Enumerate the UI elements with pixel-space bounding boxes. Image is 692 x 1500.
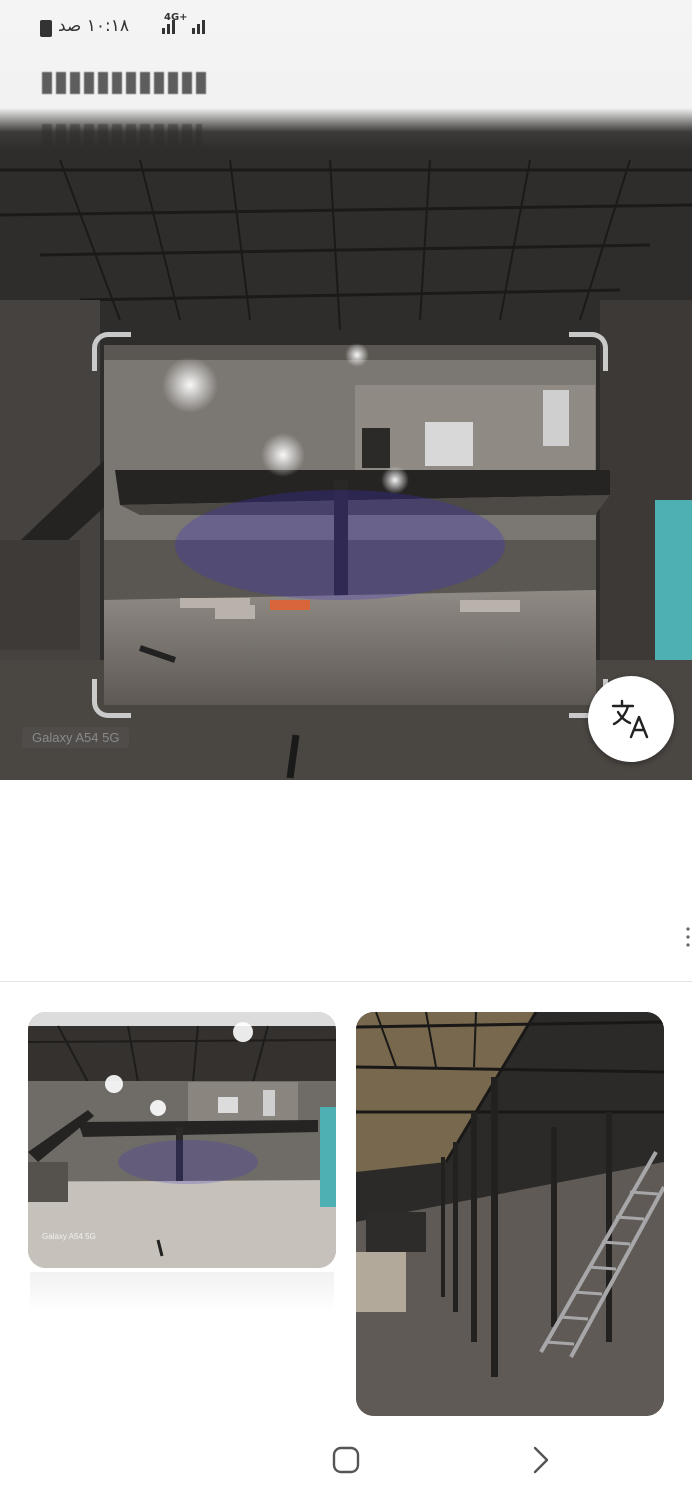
translate-button[interactable] (588, 676, 674, 762)
forward-button[interactable] (520, 1440, 560, 1480)
card-watermark: Galaxy A54 5G (42, 1232, 96, 1241)
crop-handle-bottom-left[interactable] (92, 679, 131, 718)
result-card[interactable] (356, 1012, 664, 1416)
result-image: Galaxy A54 5G (28, 1012, 336, 1268)
more-options-icon[interactable] (686, 926, 690, 948)
ghost-status-row (42, 124, 202, 146)
forward-chevron-icon (533, 1446, 549, 1474)
ghost-status-row (42, 72, 208, 94)
crop-handle-top-left[interactable] (92, 332, 131, 371)
divider (0, 981, 692, 982)
camera-photo-view[interactable]: ۱۰:۱۸ صد 4G+ Galaxy A54 5G (0, 0, 692, 780)
signal-icon (162, 20, 175, 34)
home-square-icon (332, 1446, 360, 1474)
card-shadow (30, 1272, 334, 1312)
translate-icon (611, 699, 649, 739)
crop-frame[interactable] (92, 332, 608, 718)
status-time: ۱۰:۱۸ صد (58, 16, 130, 36)
signal-icon (192, 20, 205, 34)
result-card[interactable]: Galaxy A54 5G (28, 1012, 336, 1268)
battery-icon (40, 20, 52, 37)
home-button[interactable] (326, 1440, 366, 1480)
results-header-area (0, 780, 692, 980)
result-image (356, 1012, 664, 1416)
photo-watermark: Galaxy A54 5G (22, 727, 130, 748)
crop-handle-top-right[interactable] (569, 332, 608, 371)
status-bar: ۱۰:۱۸ صد 4G+ (0, 0, 692, 150)
